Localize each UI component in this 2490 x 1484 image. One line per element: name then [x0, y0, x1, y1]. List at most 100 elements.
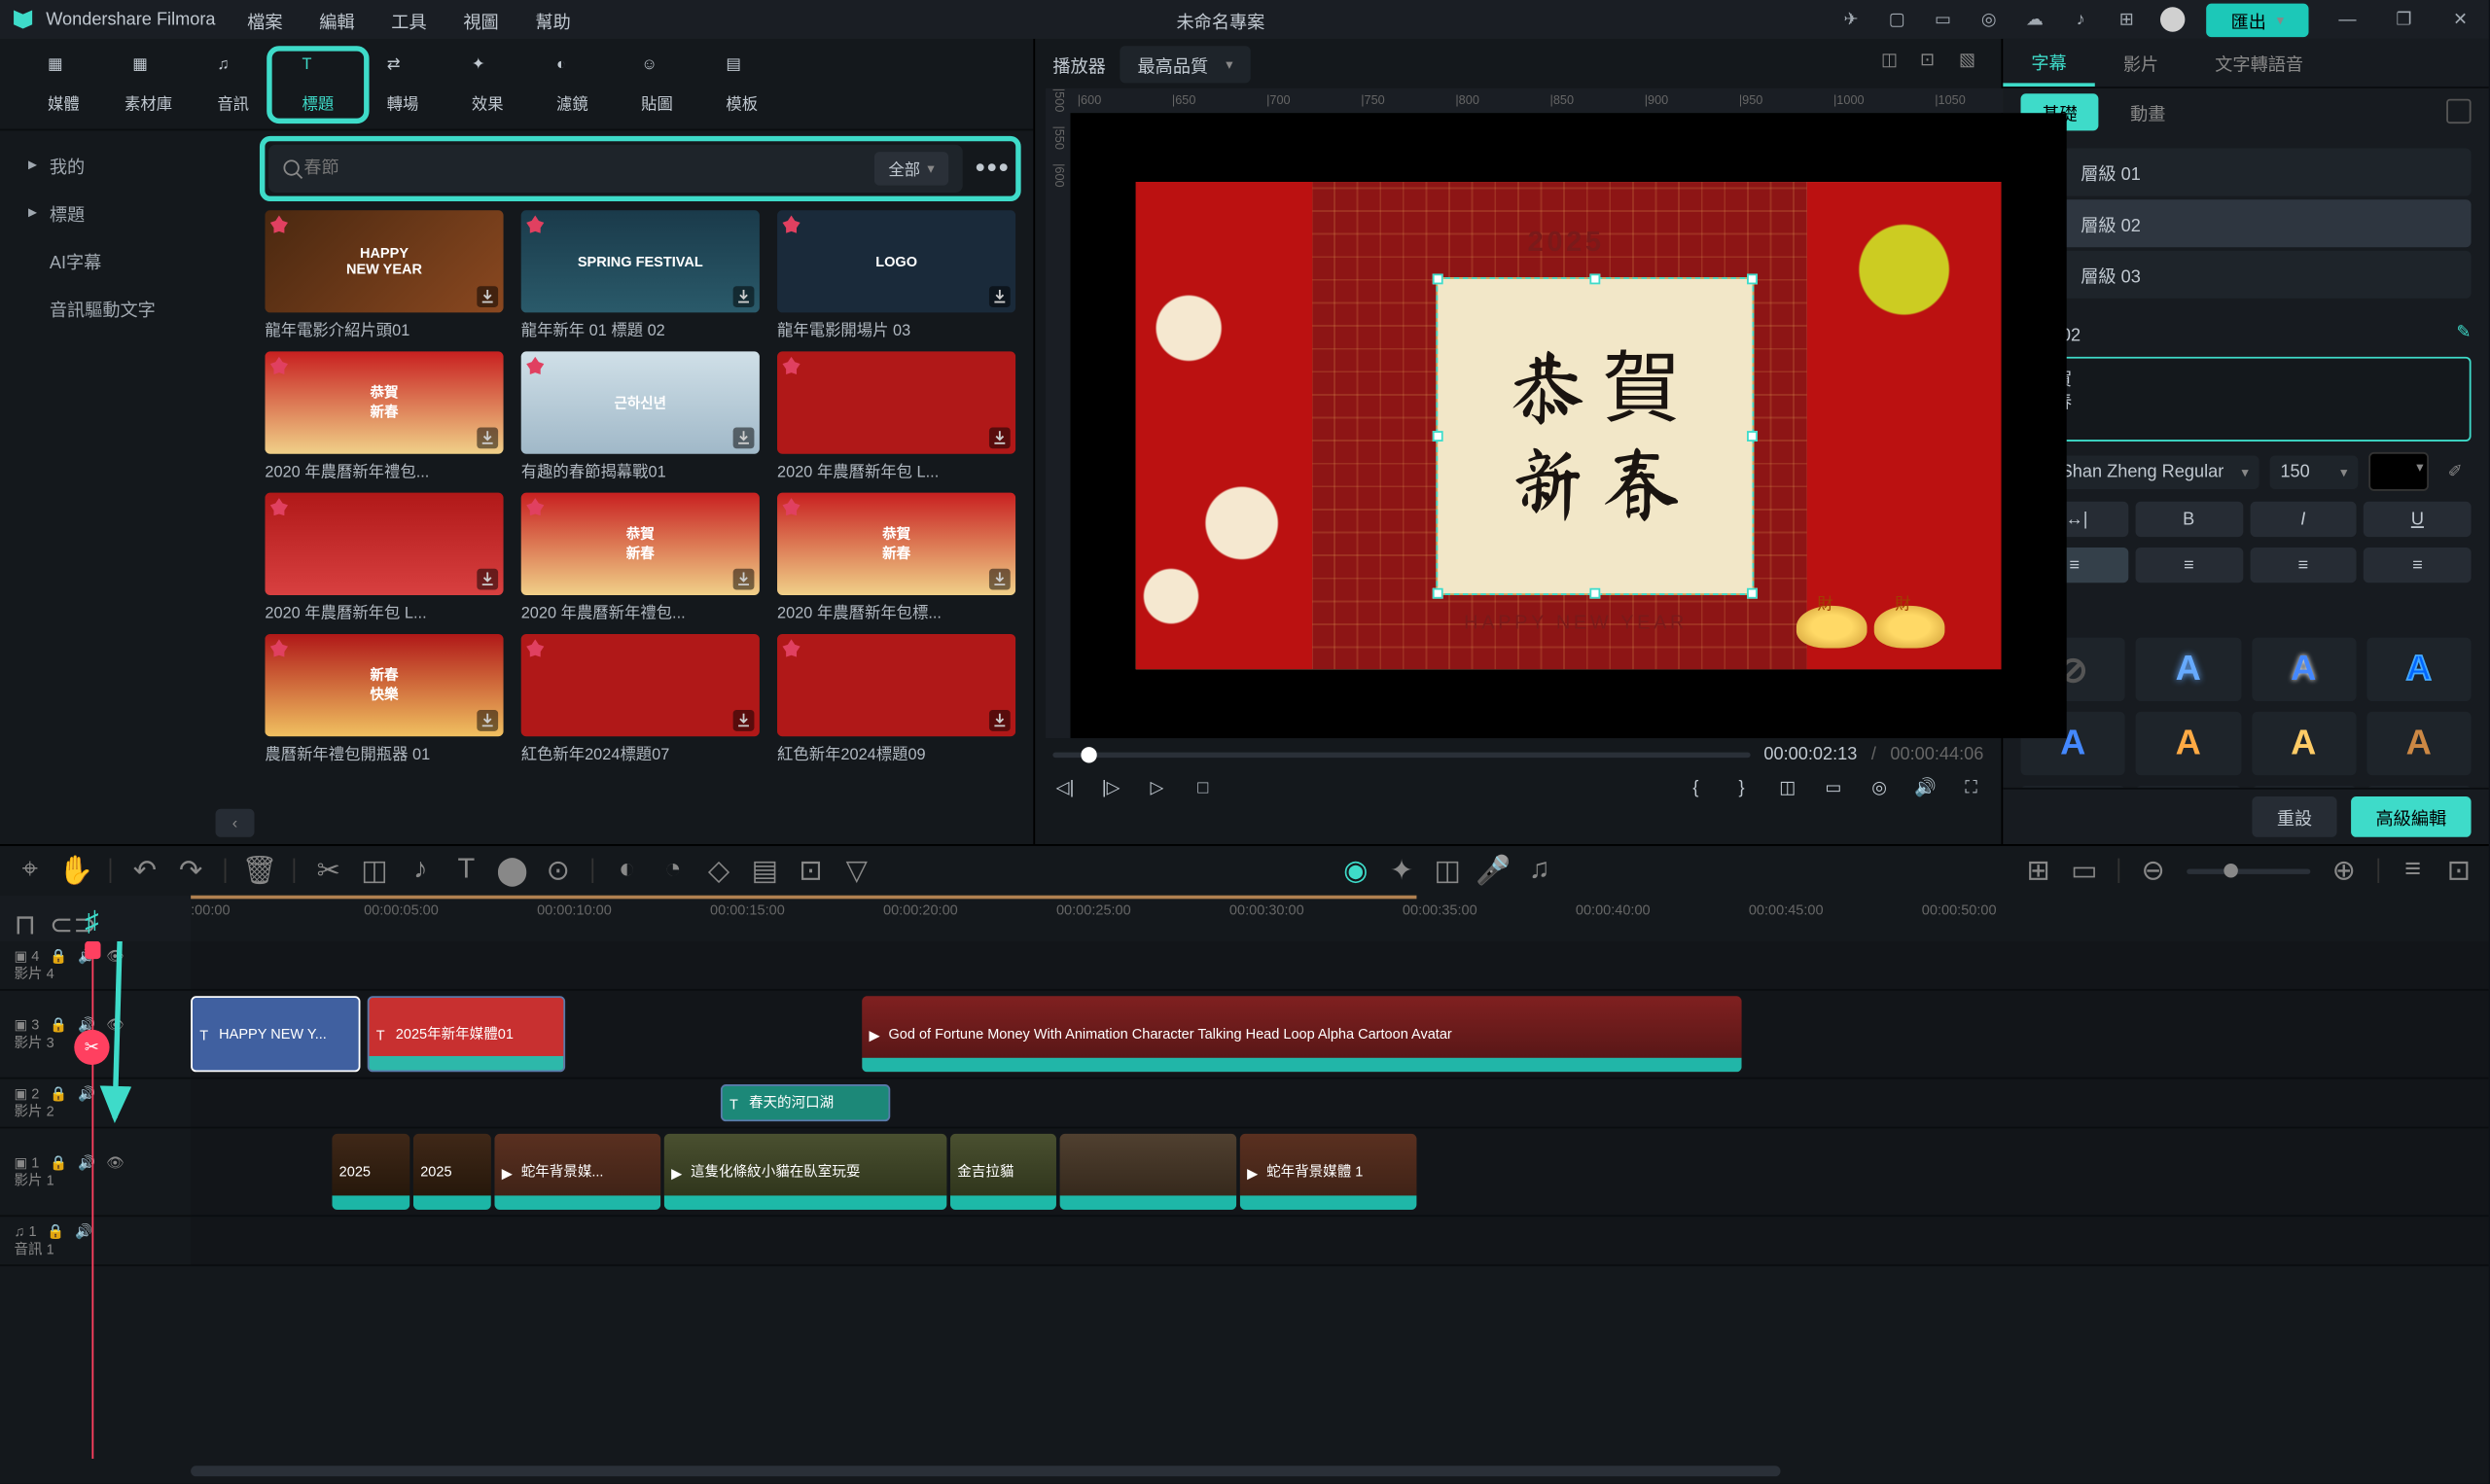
color-tool-icon[interactable]: ◐: [615, 859, 639, 883]
align-center-button[interactable]: ≡: [2135, 548, 2242, 583]
eye-icon[interactable]: 👁: [106, 1154, 124, 1170]
preview-canvas[interactable]: 財 財 2025 恭 賀新 春 HAPPY NEW YEAR: [1070, 113, 2066, 738]
timeline-ruler[interactable]: :00:0000:00:05:0000:00:10:0000:00:15:000…: [191, 896, 2489, 941]
mark-in-icon[interactable]: {: [1684, 775, 1708, 799]
collapse-sidebar-button[interactable]: ‹: [216, 809, 255, 837]
font-color-select[interactable]: [2368, 452, 2429, 491]
lib-tab-8[interactable]: ▤模板: [699, 53, 784, 114]
search-box[interactable]: 全部▾: [268, 145, 963, 193]
preset-2[interactable]: A: [2251, 638, 2356, 701]
lib-tab-6[interactable]: ◐濾鏡: [530, 53, 615, 114]
save-preset-icon[interactable]: [2446, 99, 2471, 124]
clip-spring-lake[interactable]: T春天的河口湖: [721, 1084, 890, 1121]
audio-icon[interactable]: 🔊: [1913, 775, 1938, 799]
align-right-button[interactable]: ≡: [2250, 548, 2357, 583]
search-input[interactable]: [303, 159, 874, 178]
range-icon[interactable]: ▭: [2072, 859, 2096, 883]
asset-3[interactable]: 恭賀 新春2020 年農曆新年禮包...: [265, 351, 503, 481]
lib-tab-7[interactable]: ☺貼圖: [615, 53, 699, 114]
asset-5[interactable]: 2020 年農曆新年包 L...: [777, 351, 1015, 481]
tab-tts[interactable]: 文字轉語音: [2187, 39, 2331, 87]
lock-icon[interactable]: 🔒: [50, 947, 67, 963]
preset-5[interactable]: A: [2136, 712, 2241, 775]
settings-icon[interactable]: ⊡: [2446, 859, 2471, 883]
record-icon[interactable]: ⬤: [500, 859, 524, 883]
asset-1[interactable]: SPRING FESTIVAL龍年新年 01 標題 02: [521, 210, 760, 340]
lock-icon[interactable]: 🔒: [50, 1154, 67, 1170]
asset-8[interactable]: 恭賀 新春2020 年農曆新年包標...: [777, 493, 1015, 623]
delete-icon[interactable]: 🗑: [247, 859, 271, 883]
asset-4[interactable]: 근하신년有趣的春節揭幕戰01: [521, 351, 760, 481]
headphones-icon[interactable]: ♪: [2069, 7, 2093, 31]
stop-button[interactable]: □: [1191, 775, 1215, 799]
pointer-tool-icon[interactable]: ⌖: [18, 859, 42, 883]
advanced-edit-button[interactable]: 高級編輯: [2351, 796, 2471, 837]
device-icon[interactable]: ▢: [1885, 7, 1909, 31]
asset-9[interactable]: 新春 快樂農曆新年禮包開瓶器 01: [265, 634, 503, 764]
clip-snake-bg[interactable]: ▶蛇年背景媒...: [494, 1134, 660, 1210]
clip-v1a[interactable]: 2025: [332, 1134, 409, 1210]
crop-tool-icon[interactable]: ◫: [362, 859, 386, 883]
mute-icon[interactable]: 🔊: [78, 947, 95, 963]
lib-side-2[interactable]: AI字幕: [7, 236, 240, 284]
menu-view[interactable]: 視圖: [463, 14, 498, 33]
disc-icon[interactable]: ◎: [1976, 7, 2001, 31]
timeline-scrollbar[interactable]: [191, 1459, 2489, 1483]
scrub-bar[interactable]: [1052, 753, 1750, 758]
reset-button[interactable]: 重設: [2252, 796, 2336, 837]
play-button[interactable]: ▷: [1145, 775, 1169, 799]
subtab-animation[interactable]: 動畫: [2109, 92, 2187, 129]
audio-tool-icon[interactable]: ♫: [1527, 859, 1551, 883]
lib-tab-1[interactable]: ▦素材庫: [106, 53, 191, 114]
underline-button[interactable]: U: [2364, 502, 2471, 537]
maximize-button[interactable]: ❐: [2386, 2, 2421, 37]
tab-video[interactable]: 影片: [2095, 39, 2187, 87]
marker-icon[interactable]: ♯: [85, 907, 106, 929]
clip-happy-new-year[interactable]: THAPPY NEW Y...: [191, 996, 360, 1072]
track-1-lane[interactable]: 2025 2025 ▶蛇年背景媒... ▶這隻化條紋小貓在臥室玩耍 金吉拉貓 ▶…: [191, 1128, 2489, 1217]
track-4-lane[interactable]: [191, 941, 2489, 991]
keyframe-tool-icon[interactable]: ◇: [706, 859, 730, 883]
adjust-icon[interactable]: ◫: [1436, 859, 1460, 883]
mixer-icon[interactable]: ⊞: [2026, 859, 2050, 883]
tab-subtitle[interactable]: 字幕: [2003, 39, 2094, 87]
lib-side-3[interactable]: 音訊驅動文字: [7, 284, 240, 332]
asset-2[interactable]: LOGO龍年電影開場片 03: [777, 210, 1015, 340]
menu-edit[interactable]: 編輯: [319, 14, 354, 33]
snapshot-icon[interactable]: ◎: [1868, 775, 1892, 799]
speed-icon[interactable]: ⊙: [546, 859, 570, 883]
selected-text-box[interactable]: 恭 賀新 春: [1436, 277, 1754, 595]
lib-tab-0[interactable]: ▦媒體: [21, 53, 106, 114]
lib-side-0[interactable]: ▸我的: [7, 141, 240, 189]
menu-tools[interactable]: 工具: [391, 14, 426, 33]
search-filter[interactable]: 全部▾: [874, 152, 948, 186]
align-justify-button[interactable]: ≡: [2364, 548, 2471, 583]
lib-side-1[interactable]: ▸標題: [7, 189, 240, 236]
zoom-slider[interactable]: [2187, 868, 2310, 873]
close-button[interactable]: ✕: [2443, 2, 2478, 37]
zoom-out-icon[interactable]: ⊖: [2141, 859, 2165, 883]
user-avatar[interactable]: [2160, 7, 2185, 31]
ai-tool-icon[interactable]: ◉: [1343, 859, 1368, 883]
layer-2[interactable]: T層級 02: [2021, 199, 2472, 247]
mask-icon[interactable]: ◔: [660, 859, 685, 883]
split-icon[interactable]: ✂: [316, 859, 340, 883]
track-icon[interactable]: ▤: [753, 859, 777, 883]
menu-file[interactable]: 檔案: [247, 14, 282, 33]
track-2-lane[interactable]: T春天的河口湖: [191, 1079, 2489, 1129]
export-button[interactable]: 匯出▾: [2206, 3, 2308, 37]
group-icon[interactable]: ⊡: [799, 859, 823, 883]
clip-cat1[interactable]: ▶這隻化條紋小貓在臥室玩耍: [664, 1134, 947, 1210]
clip-cat3[interactable]: [1060, 1134, 1237, 1210]
voice-icon[interactable]: 🎤: [1481, 859, 1506, 883]
music-icon[interactable]: ♪: [408, 859, 432, 883]
mark-out-icon[interactable]: }: [1729, 775, 1754, 799]
clip-god-of-fortune[interactable]: ▶God of Fortune Money With Animation Cha…: [862, 996, 1741, 1072]
hand-tool-icon[interactable]: ✋: [63, 859, 88, 883]
mute-icon[interactable]: 🔊: [78, 1016, 95, 1032]
eye-icon[interactable]: 👁: [106, 1085, 124, 1101]
lib-tab-5[interactable]: ✦效果: [445, 53, 530, 114]
audio-1-lane[interactable]: [191, 1217, 2489, 1266]
asset-6[interactable]: 2020 年農曆新年包 L...: [265, 493, 503, 623]
eye-icon[interactable]: 👁: [106, 1016, 124, 1032]
